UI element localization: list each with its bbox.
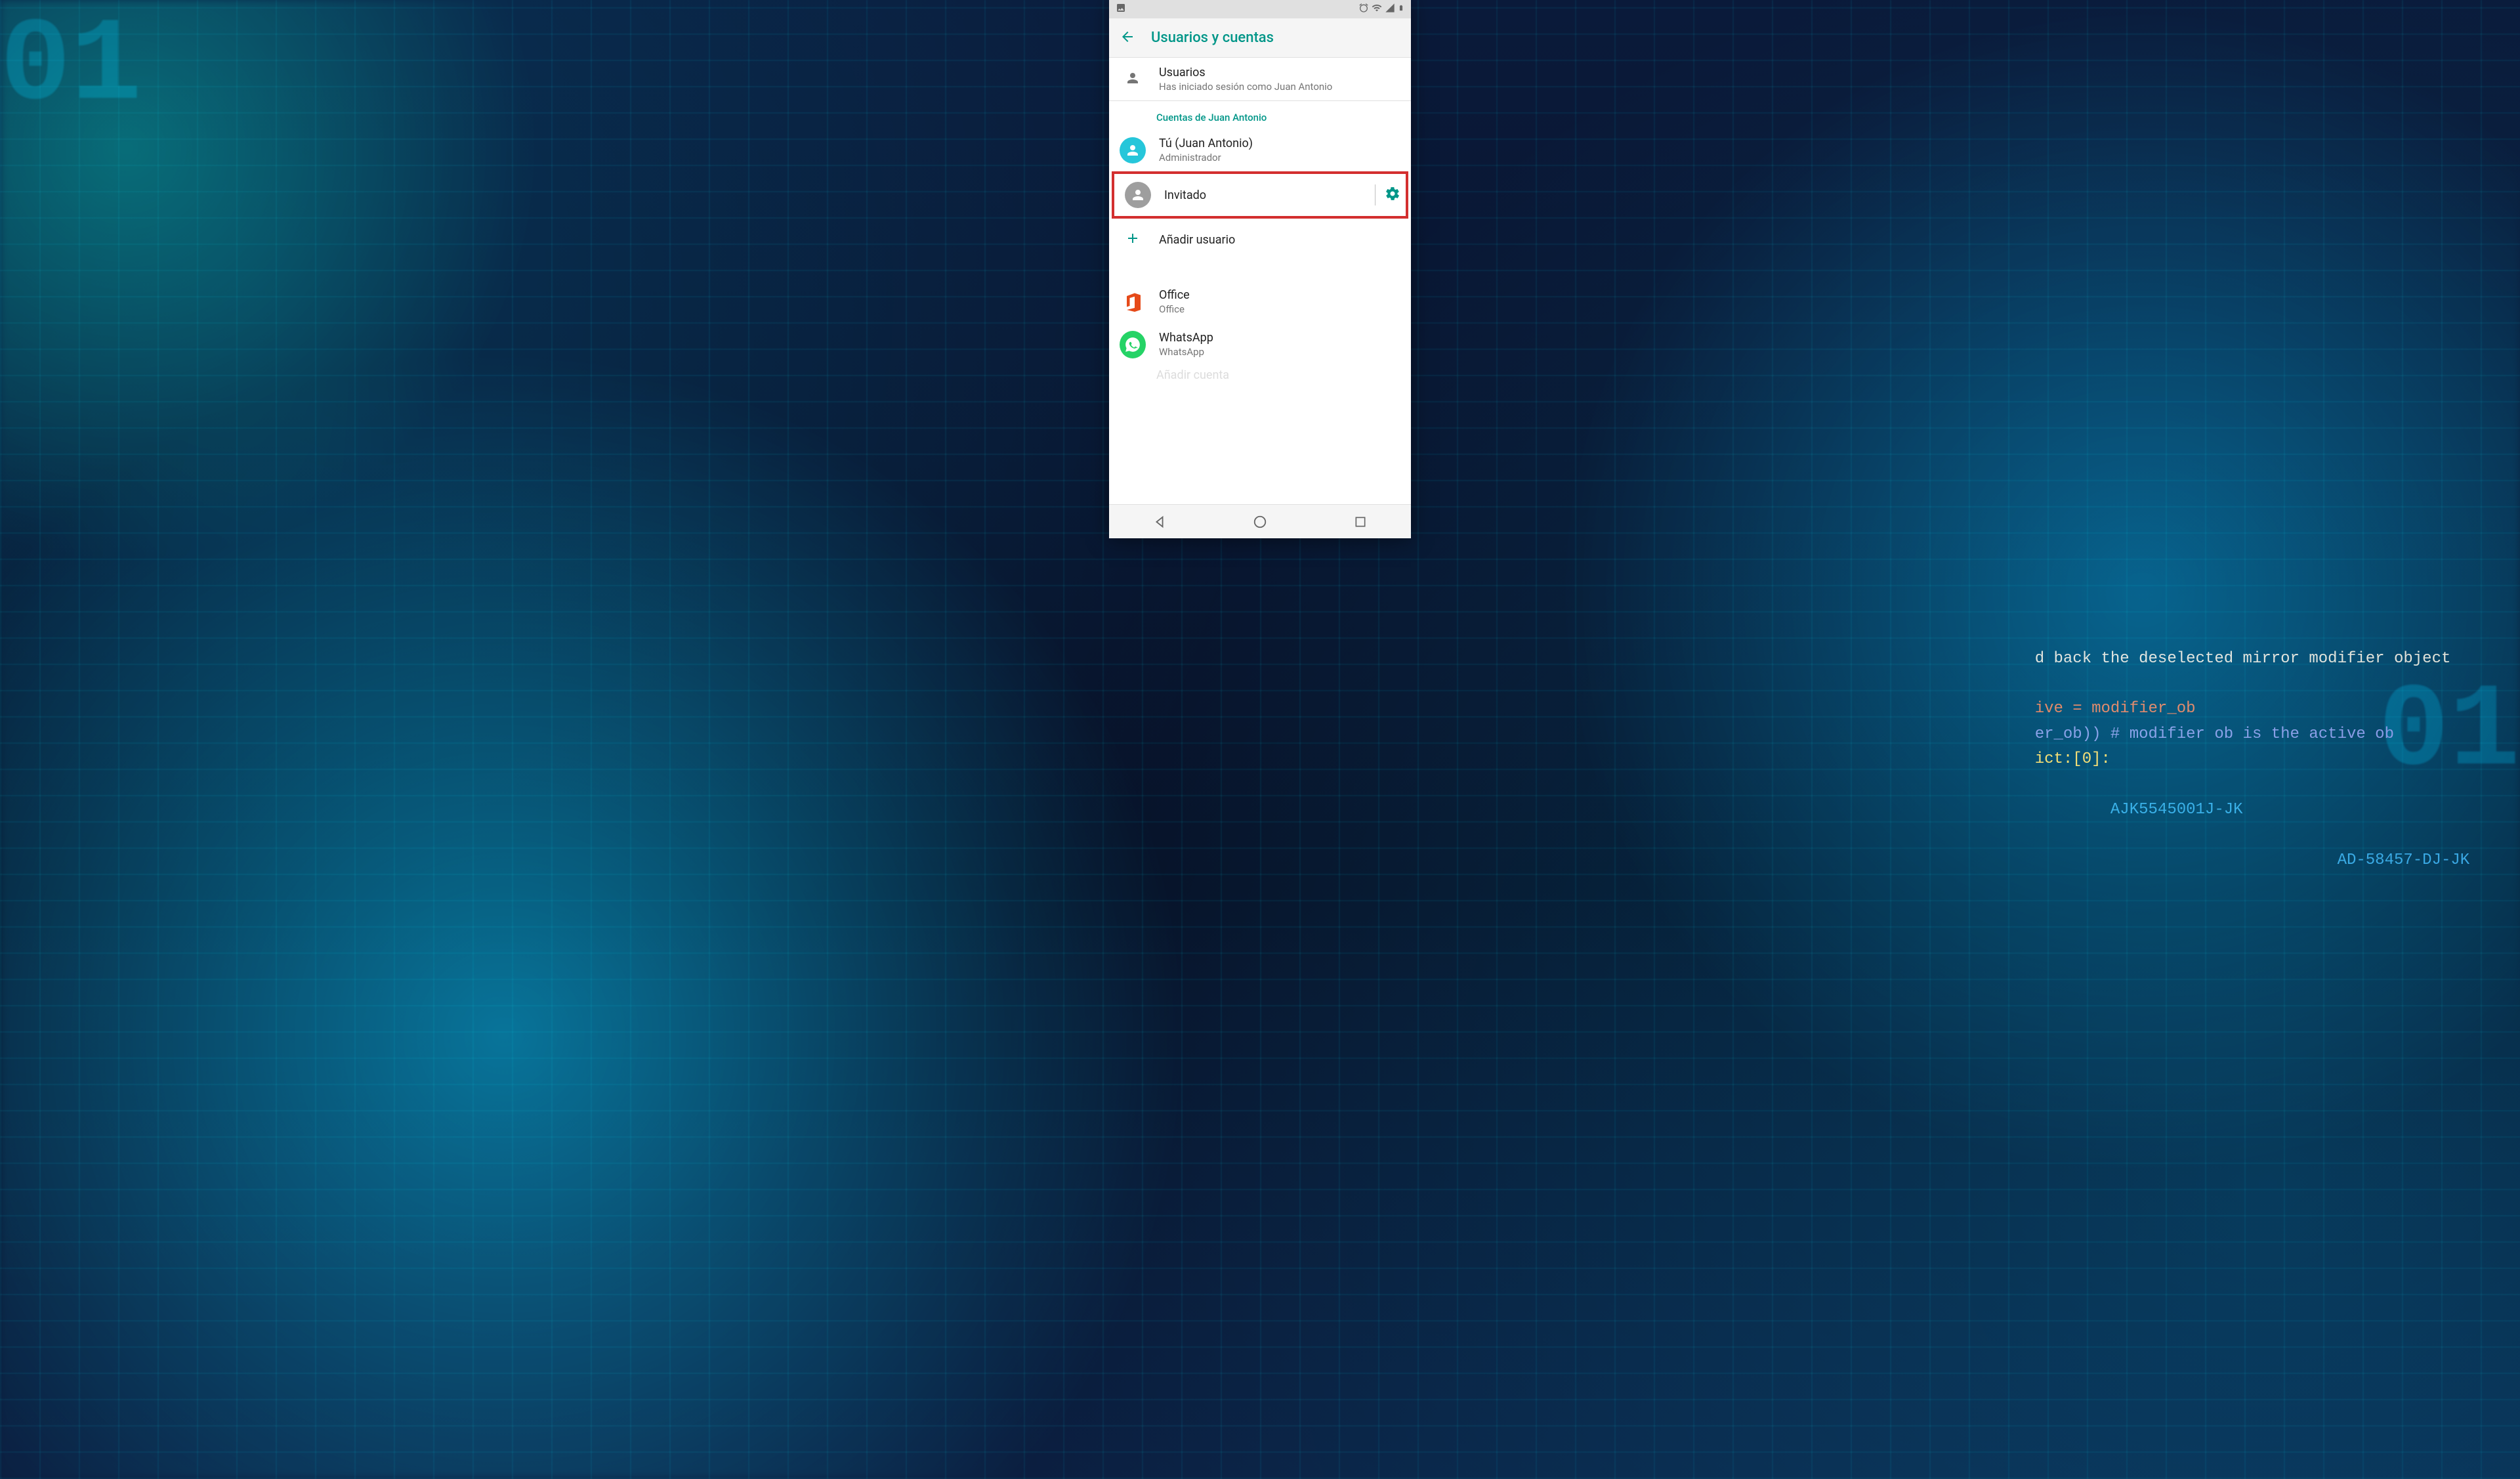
- nav-home-button[interactable]: [1240, 509, 1280, 535]
- nav-back-button[interactable]: [1140, 509, 1179, 535]
- whatsapp-subtitle: WhatsApp: [1159, 346, 1400, 358]
- bg-number-left: 01: [0, 0, 142, 134]
- add-account-partial: Añadir cuenta: [1109, 366, 1411, 379]
- account-office-row[interactable]: Office Office: [1109, 280, 1411, 323]
- phone-frame: Usuarios y cuentas Usuarios Has iniciado…: [1109, 0, 1411, 538]
- user-you-title: Tú (Juan Antonio): [1159, 137, 1400, 150]
- content-scroll[interactable]: Usuarios Has iniciado sesión como Juan A…: [1109, 58, 1411, 504]
- plus-icon: [1125, 230, 1141, 249]
- app-bar: Usuarios y cuentas: [1109, 18, 1411, 58]
- bg-code-snippet: d back the deselected mirror modifier ob…: [2035, 621, 2470, 898]
- user-guest-title: Invitado: [1164, 188, 1400, 202]
- image-icon: [1116, 3, 1126, 16]
- signal-icon: [1385, 3, 1395, 16]
- user-guest-row[interactable]: Invitado: [1114, 174, 1406, 216]
- add-user-row[interactable]: Añadir usuario: [1109, 219, 1411, 261]
- users-subtitle: Has iniciado sesión como Juan Antonio: [1159, 81, 1400, 93]
- person-icon: [1125, 70, 1141, 89]
- highlighted-guest-box: Invitado: [1112, 171, 1408, 219]
- back-button[interactable]: [1120, 29, 1135, 47]
- whatsapp-title: WhatsApp: [1159, 331, 1400, 345]
- gear-icon[interactable]: [1385, 186, 1400, 204]
- navigation-bar: [1109, 504, 1411, 538]
- user-you-row[interactable]: Tú (Juan Antonio) Administrador: [1109, 129, 1411, 171]
- section-header-accounts: Cuentas de Juan Antonio: [1109, 101, 1411, 129]
- users-header-row[interactable]: Usuarios Has iniciado sesión como Juan A…: [1109, 58, 1411, 100]
- alarm-icon: [1358, 3, 1369, 16]
- user-you-subtitle: Administrador: [1159, 152, 1400, 163]
- office-icon: [1121, 290, 1144, 314]
- avatar-guest-icon: [1125, 182, 1151, 208]
- office-subtitle: Office: [1159, 303, 1400, 315]
- add-user-label: Añadir usuario: [1159, 233, 1400, 247]
- whatsapp-icon: [1120, 331, 1146, 358]
- wifi-icon: [1372, 3, 1382, 16]
- bg-number-right: 01: [2378, 666, 2520, 800]
- nav-recent-button[interactable]: [1341, 509, 1380, 535]
- office-title: Office: [1159, 288, 1400, 302]
- avatar-you-icon: [1120, 137, 1146, 163]
- status-bar: [1109, 0, 1411, 18]
- users-title: Usuarios: [1159, 66, 1400, 79]
- account-whatsapp-row[interactable]: WhatsApp WhatsApp: [1109, 323, 1411, 366]
- vertical-divider: [1375, 184, 1376, 205]
- battery-icon: [1398, 3, 1404, 16]
- page-title: Usuarios y cuentas: [1151, 30, 1274, 46]
